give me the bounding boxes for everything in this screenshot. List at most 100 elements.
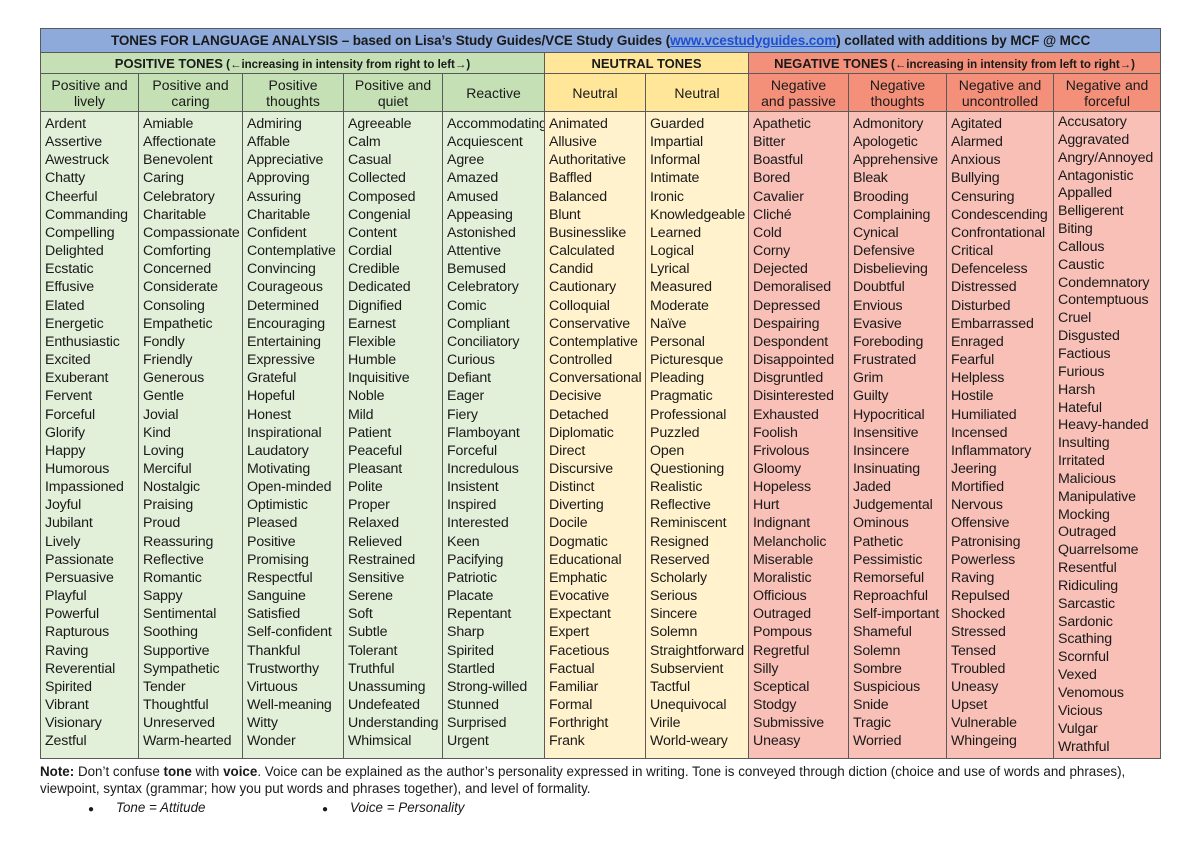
tone-word: Lively [45, 533, 81, 550]
tone-word: Guilty [853, 388, 889, 405]
tone-word: Soothing [143, 624, 198, 641]
tone-word: Supportive [143, 642, 210, 659]
tone-word: Suspicious [853, 678, 921, 695]
tone-word: Sincere [650, 606, 698, 623]
tone-word: Sharp [447, 624, 485, 641]
tone-word: Distressed [951, 279, 1017, 296]
tone-word: Vibrant [45, 697, 89, 713]
tone-word: Jovial [143, 406, 179, 423]
tone-word: Exuberant [45, 370, 109, 387]
tone-word: Measured [650, 279, 712, 296]
tone-word: Reproachful [853, 588, 928, 605]
bullet-dot-icon: ● [322, 804, 329, 815]
tone-word: Outraged [753, 606, 811, 623]
tone-word: Picturesque [650, 352, 724, 369]
column-header-line: Positive and [354, 76, 432, 93]
tone-word: Whimsical [348, 733, 412, 750]
tone-word: Pathetic [853, 533, 904, 550]
tone-word: Gloomy [753, 460, 801, 477]
tone-word: Insistent [447, 479, 499, 496]
tone-word: Satisfied [247, 606, 301, 623]
tone-word: Accommodating [447, 116, 545, 132]
tone-word: Businesslike [549, 224, 627, 241]
tone-word: Straightforward [650, 642, 744, 659]
tone-word: Contemptuous [1058, 292, 1149, 309]
tone-word: Condescending [951, 206, 1048, 223]
tone-word: Angry/Annoyed [1058, 149, 1154, 166]
column-header: Positive thoughts [242, 73, 344, 112]
tone-word: Fiery [447, 406, 478, 423]
tone-word: Praising [143, 497, 194, 514]
tone-word: Corny [753, 243, 791, 260]
tone-word: Apprehensive [853, 152, 938, 169]
tone-word: Authoritative [549, 152, 626, 169]
tone-word: Vulnerable [951, 715, 1017, 732]
tone-word: Intimate [650, 170, 700, 187]
tone-word: Delighted [45, 243, 104, 260]
tone-word: Grateful [247, 370, 297, 387]
tone-word: Unassuming [348, 678, 426, 695]
tone-word: Spirited [45, 678, 92, 695]
tone-word: Cynical [853, 224, 899, 241]
tone-word: Cold [753, 224, 782, 241]
tone-word: Elated [45, 297, 85, 314]
tone-word: Romantic [143, 569, 202, 586]
tone-word: Gentle [143, 388, 184, 405]
tone-word: Pessimistic [853, 551, 923, 568]
tone-word: Regretful [753, 642, 810, 659]
tone-word: Serious [650, 588, 698, 605]
tone-word: Censuring [951, 188, 1015, 205]
tone-word: Encouraging [247, 315, 326, 332]
tone-word: Disappointed [753, 352, 835, 369]
tone-word: Baffled [549, 170, 592, 187]
tone-word: Personal [650, 333, 705, 350]
tone-word: Embarrassed [951, 315, 1034, 332]
tone-word: Open [650, 442, 685, 459]
tone-word: Proud [143, 515, 181, 532]
tone-word: Hateful [1058, 399, 1102, 416]
tone-word: Scornful [1058, 649, 1109, 666]
tone-word: Ridiculing [1058, 577, 1119, 594]
column-header-line: Positive [268, 76, 318, 93]
tone-word: Moralistic [753, 569, 812, 586]
tone-word: Insincere [853, 442, 910, 459]
tone-word: Amiable [143, 116, 194, 132]
tone-word: Educational [549, 551, 622, 568]
tone-word: Vulgar [1058, 720, 1098, 737]
note-paragraph: Note: Don’t confuse tone with voice. Voi… [40, 763, 1160, 797]
tone-word: Flexible [348, 333, 396, 350]
tone-word: Snide [853, 697, 889, 713]
tone-word: Contemplative [549, 333, 638, 350]
tone-word: Strong-willed [447, 678, 528, 695]
tone-word: Evocative [549, 588, 610, 605]
tone-word: Dignified [348, 297, 402, 314]
tone-word: Charitable [143, 206, 207, 223]
tone-word: Exhausted [753, 406, 819, 423]
tone-word: Motivating [247, 460, 311, 477]
tone-word: Silly [753, 660, 779, 677]
column-header-line: Negative and [1065, 76, 1149, 93]
tone-word: Bored [753, 170, 791, 187]
tone-word: Undefeated [348, 697, 420, 713]
tone-word: Jubilant [45, 515, 93, 532]
column-header-line: Neutral [572, 84, 618, 101]
tone-word: Dogmatic [549, 533, 608, 550]
tone-word: Subtle [348, 624, 388, 641]
tone-word: Condemnatory [1058, 274, 1150, 291]
column-header-line: Negative [770, 76, 827, 93]
tone-word: Reverential [45, 660, 116, 677]
tone-word: Foreboding [853, 333, 924, 350]
tone-word: Reserved [650, 551, 710, 568]
tone-word: Insensitive [853, 424, 919, 441]
tone-word: Despairing [753, 315, 820, 332]
tone-word: Awestruck [45, 152, 109, 169]
tone-word: Well-meaning [247, 697, 332, 713]
column-header: Negative and passive [748, 73, 849, 112]
vcestudyguides-link[interactable]: www.vcestudyguides.com [670, 33, 836, 48]
tone-word: Merciful [143, 460, 192, 477]
tone-word: Placate [447, 588, 494, 605]
column-header: Positive and quiet [343, 73, 443, 112]
tone-word: Reflective [650, 497, 711, 514]
tone-word: Direct [549, 442, 586, 459]
tone-word: Acquiescent [447, 134, 523, 151]
